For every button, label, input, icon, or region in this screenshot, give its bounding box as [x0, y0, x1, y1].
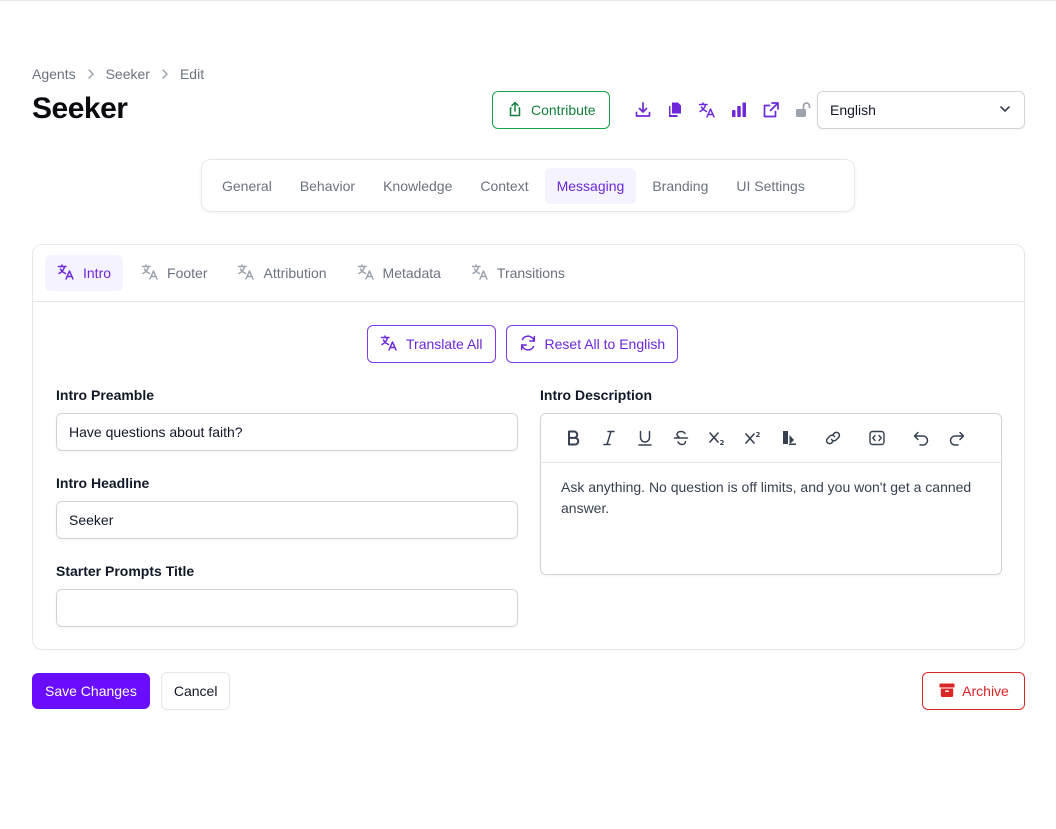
tab-behavior[interactable]: Behavior — [288, 168, 367, 204]
tab-general[interactable]: General — [210, 168, 284, 204]
top-divider — [0, 0, 1056, 1]
underline-icon[interactable] — [627, 420, 663, 456]
starter-prompts-title-label: Starter Prompts Title — [56, 563, 195, 579]
translate-icon — [471, 263, 489, 284]
refresh-icon — [519, 334, 537, 355]
intro-headline-input[interactable]: Seeker — [56, 501, 518, 539]
subtab-label: Metadata — [382, 265, 441, 281]
subtab-label: Intro — [83, 265, 112, 281]
subtab-label: Attribution — [263, 265, 327, 281]
subtab-label: Transitions — [496, 265, 565, 281]
form-actions: Save Changes Cancel — [32, 672, 231, 710]
breadcrumb-edit: Edit — [179, 66, 205, 82]
reset-all-label: Reset All to English — [544, 336, 666, 352]
translate-icon[interactable] — [691, 94, 723, 126]
chevron-right-icon — [80, 68, 102, 80]
page-title: Seeker — [32, 92, 128, 125]
translate-icon — [380, 334, 398, 355]
subtab-label: Footer — [167, 265, 208, 281]
share-icon — [507, 101, 523, 120]
archive-icon — [938, 681, 956, 702]
translate-all-label: Translate All — [406, 336, 483, 352]
breadcrumb-agents[interactable]: Agents — [32, 66, 76, 82]
subscript-icon[interactable]: 2 — [699, 420, 735, 456]
reset-all-button[interactable]: Reset All to English — [505, 325, 679, 363]
copy-icon[interactable] — [659, 94, 691, 126]
sub-tabs: Intro Footer Attribution Metadata Transi… — [33, 245, 1024, 302]
cancel-button[interactable]: Cancel — [160, 672, 231, 710]
tab-messaging[interactable]: Messaging — [544, 167, 637, 204]
highlight-icon[interactable] — [771, 420, 807, 456]
download-icon[interactable] — [627, 94, 659, 126]
language-select[interactable]: English — [817, 91, 1025, 129]
chevron-down-icon — [998, 102, 1012, 119]
subtab-footer[interactable]: Footer — [129, 255, 219, 291]
undo-icon[interactable] — [903, 420, 939, 456]
subtab-transitions[interactable]: Transitions — [459, 255, 577, 291]
tab-ui-settings[interactable]: UI Settings — [724, 168, 816, 204]
svg-text:2: 2 — [720, 439, 725, 447]
breadcrumb: Agents Seeker Edit — [32, 66, 204, 82]
bold-icon[interactable] — [555, 420, 591, 456]
starter-prompts-title-input[interactable] — [56, 589, 518, 627]
intro-headline-label: Intro Headline — [56, 475, 150, 491]
contribute-button[interactable]: Contribute — [492, 91, 610, 129]
intro-preamble-label: Intro Preamble — [56, 387, 155, 403]
intro-description-content[interactable]: Ask anything. No question is off limits,… — [541, 463, 1001, 533]
messaging-card: Intro Footer Attribution Metadata Transi… — [32, 244, 1025, 650]
translate-icon — [57, 263, 75, 284]
breadcrumb-seeker[interactable]: Seeker — [106, 66, 150, 82]
translate-icon — [237, 263, 255, 284]
code-icon[interactable] — [859, 420, 895, 456]
external-link-icon[interactable] — [755, 94, 787, 126]
superscript-icon[interactable]: 2 — [735, 420, 771, 456]
intro-description-label: Intro Description — [540, 387, 653, 403]
save-changes-button[interactable]: Save Changes — [32, 673, 150, 709]
tab-knowledge[interactable]: Knowledge — [371, 168, 464, 204]
header-icon-group — [627, 94, 819, 126]
archive-button[interactable]: Archive — [922, 672, 1025, 710]
subtab-metadata[interactable]: Metadata — [345, 255, 453, 291]
redo-icon[interactable] — [939, 420, 975, 456]
chevron-right-icon — [154, 68, 176, 80]
tab-context[interactable]: Context — [468, 168, 540, 204]
language-value: English — [830, 102, 876, 118]
translation-actions: Translate All Reset All to English — [367, 325, 679, 363]
translate-icon — [141, 263, 159, 284]
translate-all-button[interactable]: Translate All — [367, 325, 496, 363]
contribute-label: Contribute — [531, 102, 596, 118]
unlock-icon[interactable] — [787, 94, 819, 126]
subtab-attribution[interactable]: Attribution — [225, 255, 338, 291]
strikethrough-icon[interactable] — [663, 420, 699, 456]
header-actions: Contribute — [492, 91, 610, 129]
editor-toolbar: 2 2 — [541, 414, 1001, 463]
translate-icon — [357, 263, 375, 284]
archive-label: Archive — [962, 683, 1009, 699]
bar-chart-icon[interactable] — [723, 94, 755, 126]
tab-branding[interactable]: Branding — [640, 168, 720, 204]
link-icon[interactable] — [815, 420, 851, 456]
italic-icon[interactable] — [591, 420, 627, 456]
main-tabs: General Behavior Knowledge Context Messa… — [201, 159, 855, 212]
intro-description-editor: 2 2 Ask anything. No question is off lim… — [540, 413, 1002, 575]
subtab-intro[interactable]: Intro — [45, 255, 124, 291]
intro-preamble-input[interactable]: Have questions about faith? — [56, 413, 518, 451]
svg-text:2: 2 — [756, 431, 761, 439]
